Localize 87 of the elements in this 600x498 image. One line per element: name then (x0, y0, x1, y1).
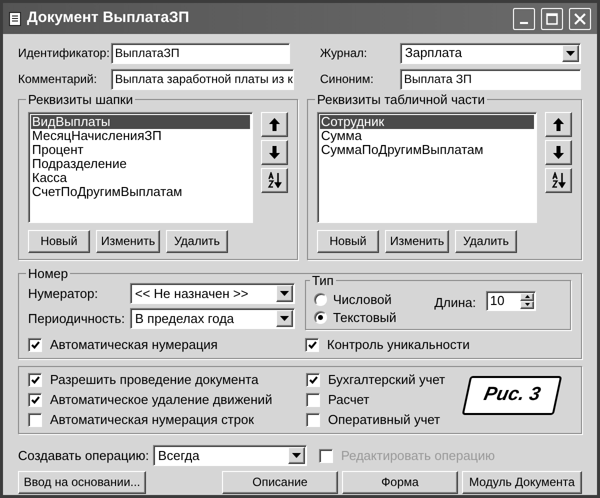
text-field[interactable]: Выплата ЗП (400, 68, 581, 90)
down-arrow-icon (553, 146, 564, 158)
group-title: Реквизиты шапки (27, 91, 134, 109)
dropdown-field[interactable]: << Не назначен >> (130, 283, 295, 304)
action-button[interactable]: Новый (317, 230, 379, 252)
action-button[interactable]: Изменить (385, 230, 449, 252)
list-item[interactable]: СуммаПоДругимВыплатам (320, 142, 534, 156)
checkbox-label: Разрешить проведение документа (50, 370, 258, 389)
group-title: Номер (27, 264, 70, 283)
action-button[interactable]: Форма (342, 470, 458, 494)
checkbox[interactable] (305, 338, 319, 352)
checkbox[interactable] (306, 392, 320, 406)
action-button[interactable]: Удалить (455, 230, 517, 252)
list-item[interactable]: Процент (31, 142, 250, 156)
checkbox-label: Контроль уникальности (327, 336, 470, 354)
checkbox[interactable] (28, 392, 42, 406)
checkbox[interactable] (28, 412, 42, 426)
up-arrow-icon (553, 118, 564, 130)
sort-button[interactable] (545, 168, 572, 192)
field-label: Идентификатор: (18, 45, 111, 62)
action-button[interactable]: Модуль Документа (462, 470, 582, 494)
field-label: Синоним: (320, 71, 375, 88)
checkbox-label: Расчет (328, 390, 370, 409)
move-up-button[interactable] (261, 112, 288, 136)
dropdown-field[interactable]: Зарплата (400, 42, 581, 64)
checkbox-label: Бухгалтерский учет (328, 370, 446, 389)
list-item[interactable]: Подразделение (31, 156, 250, 170)
dropdown-arrow-icon (280, 291, 289, 296)
checkbox[interactable] (28, 338, 42, 352)
field-label: Комментарий: (18, 71, 98, 88)
radio-label: Числовой (333, 290, 392, 309)
dropdown-arrow-icon (566, 50, 575, 56)
number-spinner[interactable]: 10 (486, 290, 536, 310)
close-icon (574, 12, 586, 24)
action-button[interactable]: Удалить (166, 230, 228, 252)
action-button[interactable]: Изменить (96, 230, 160, 252)
checkbox[interactable] (306, 412, 320, 426)
dropdown-arrow-icon (280, 316, 289, 321)
minimize-button[interactable] (513, 8, 535, 30)
checkbox[interactable] (28, 372, 42, 386)
move-up-button[interactable] (545, 112, 572, 136)
group-title: Тип (311, 272, 335, 290)
checkbox[interactable] (306, 372, 320, 386)
sort-icon (552, 172, 566, 188)
list-item[interactable]: Сотрудник (320, 114, 534, 128)
radio-label: Текстовый (333, 308, 396, 327)
checkbox-label: Автоматическое удаление движений (50, 390, 272, 409)
move-down-button[interactable] (545, 140, 572, 164)
figure-badge: Рис. 3 (462, 376, 562, 414)
document-icon (9, 12, 21, 26)
maximize-button[interactable] (541, 8, 563, 30)
list-item[interactable]: ВидВыплаты (31, 114, 250, 128)
field-label: Длина: (434, 294, 476, 312)
sort-button[interactable] (261, 168, 288, 192)
radio-button[interactable] (314, 311, 327, 324)
field-label: Журнал: (320, 45, 368, 62)
list-item[interactable]: Касса (31, 170, 250, 184)
down-arrow-icon (269, 146, 280, 158)
action-button[interactable]: Описание (222, 470, 338, 494)
text-field[interactable]: Выплата заработной платы из к (111, 68, 294, 90)
sort-icon (268, 172, 282, 188)
move-down-button[interactable] (261, 140, 288, 164)
list-box[interactable]: Сотрудник Сумма СуммаПоДругимВыплатам (317, 112, 537, 222)
radio-button[interactable] (314, 293, 327, 306)
list-box[interactable]: ВидВыплаты МесяцНачисленияЗП Процент Подразделение Касса СчетПоДругимВыплатам (28, 112, 253, 222)
up-arrow-icon (269, 118, 280, 130)
dropdown-arrow-icon (292, 453, 302, 458)
text-field[interactable]: ВыплатаЗП (111, 42, 290, 64)
maximize-icon (546, 12, 558, 24)
checkbox-label: Редактировать операцию (341, 446, 495, 465)
minimize-icon (520, 22, 528, 24)
action-button[interactable]: Ввод на основании... (18, 470, 146, 494)
field-label: Нумератор: (28, 284, 99, 303)
group-title: Реквизиты табличной части (316, 91, 486, 109)
list-item[interactable]: МесяцНачисленияЗП (31, 128, 250, 142)
checkbox-label: Автоматическая нумерация (50, 336, 218, 354)
field-label: Создавать операцию: (18, 446, 150, 465)
checkbox-label: Оперативный учет (328, 410, 440, 429)
dropdown-field[interactable]: Всегда (153, 445, 308, 466)
field-label: Периодичность: (28, 310, 126, 328)
checkbox-label: Автоматическая нумерация строк (50, 410, 254, 429)
action-button[interactable]: Новый (28, 230, 90, 252)
list-item[interactable]: Сумма (320, 128, 534, 142)
close-button[interactable] (569, 8, 591, 30)
dropdown-field[interactable]: В пределах года (130, 308, 295, 329)
window-title: Документ ВыплатаЗП (27, 8, 190, 28)
list-item[interactable]: СчетПоДругимВыплатам (31, 184, 250, 198)
